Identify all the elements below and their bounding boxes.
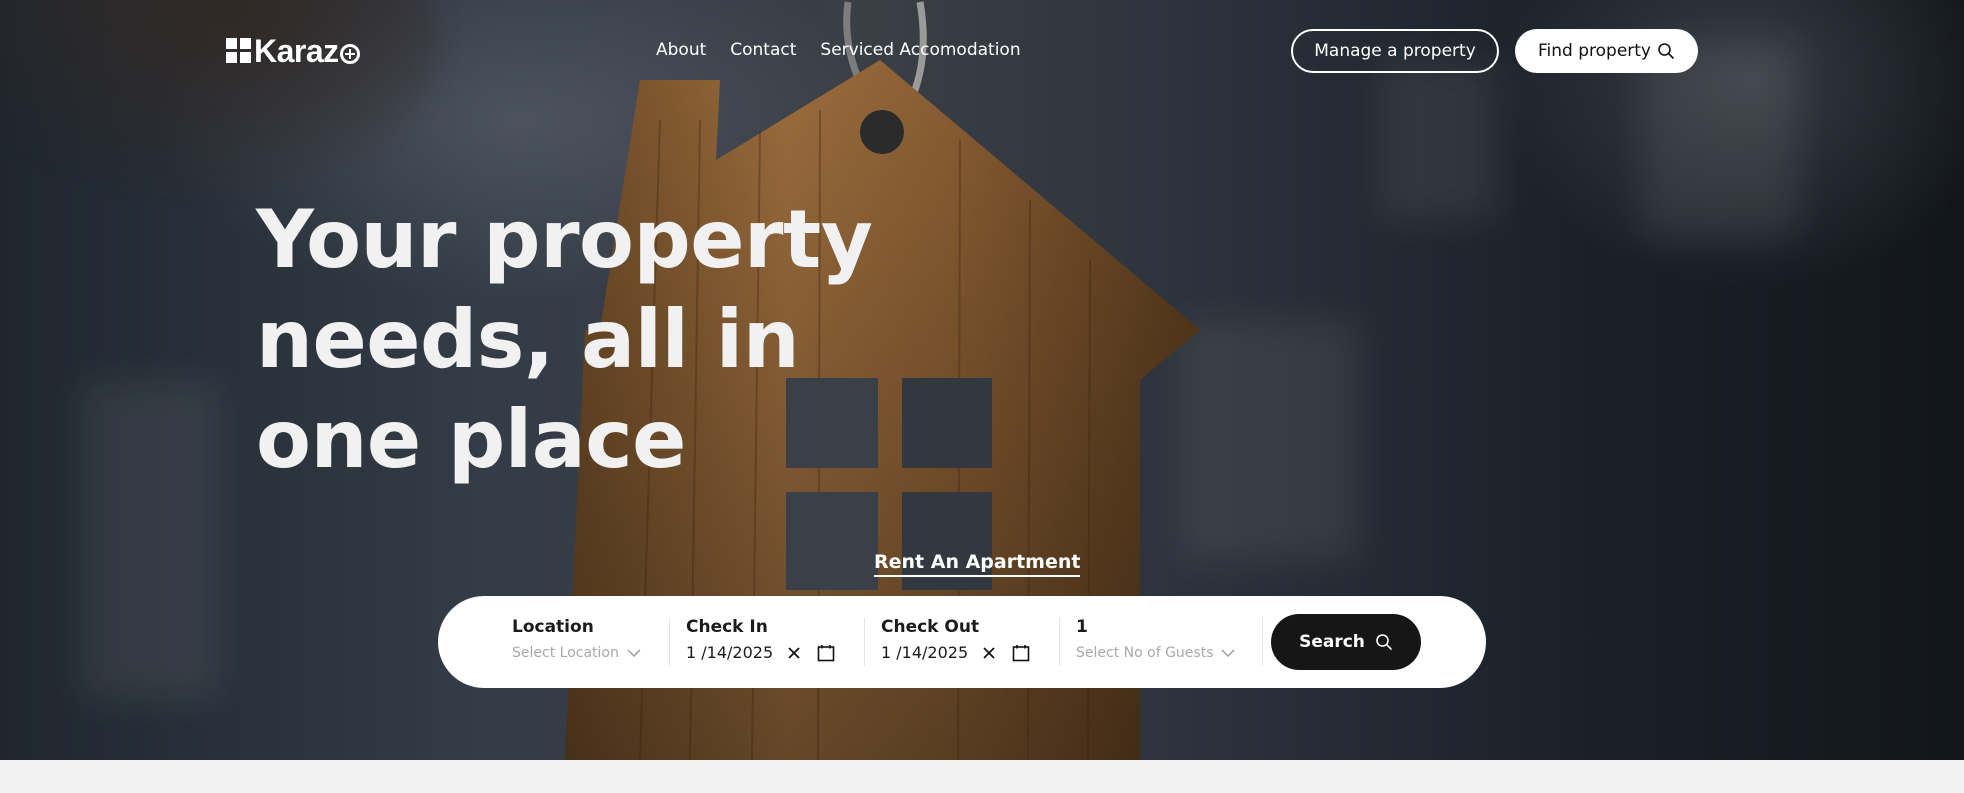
check-in-date-input[interactable]: 1 /14/2025 [686,642,846,664]
nav-link-about[interactable]: About [656,38,706,62]
calendar-icon[interactable] [1012,644,1030,662]
top-navigation: Karaz About Contact Serviced Accomodatio… [0,0,1964,100]
brand-name: Karaz [254,33,339,69]
location-label: Location [512,617,594,637]
chevron-down-icon [627,649,641,657]
check-in-value: 1 /14/2025 [686,643,774,662]
calendar-icon[interactable] [817,644,835,662]
headline-line: Your property [256,193,873,286]
check-in-label: Check In [686,617,768,637]
find-property-button[interactable]: Find property [1515,29,1698,73]
manage-property-label: Manage a property [1314,41,1476,61]
field-divider [1059,618,1060,666]
guests-select[interactable]: Select No of Guests [1076,642,1246,664]
logo-plus-circle-icon [339,44,360,64]
search-button-label: Search [1299,632,1365,652]
logo-grid-icon [226,38,252,64]
nav-links: About Contact Serviced Accomodation [656,38,1021,62]
search-bar: Location Select Location Check In 1 /14/… [438,596,1486,688]
check-out-label: Check Out [881,617,980,637]
nav-link-serviced-accommodation[interactable]: Serviced Accomodation [820,38,1020,62]
search-icon [1658,43,1674,59]
rent-apartment-tab[interactable]: Rent An Apartment [874,550,1081,577]
location-select[interactable]: Select Location [512,642,652,664]
headline-line: needs, all in [256,293,800,386]
headline-line: one place [256,393,686,486]
field-divider [1262,618,1263,666]
field-divider [864,618,865,666]
close-icon[interactable] [787,646,801,660]
location-field[interactable]: Location Select Location [512,616,652,668]
guests-placeholder: Select No of Guests [1076,645,1214,661]
brand-logo[interactable]: Karaz [226,33,360,69]
search-button[interactable]: Search [1271,614,1421,670]
hero-headline: Your property needs, all in one place [256,190,896,490]
check-out-field[interactable]: Check Out 1 /14/2025 [881,616,1041,668]
location-placeholder: Select Location [512,645,619,661]
field-divider [669,618,670,666]
check-out-value: 1 /14/2025 [881,643,969,662]
guests-field[interactable]: 1 Select No of Guests [1076,616,1246,668]
close-icon[interactable] [982,646,996,660]
chevron-down-icon [1221,649,1235,657]
guests-value: 1 [1076,617,1088,637]
check-out-date-input[interactable]: 1 /14/2025 [881,642,1041,664]
nav-link-contact[interactable]: Contact [730,38,796,62]
manage-property-button[interactable]: Manage a property [1291,29,1499,73]
search-icon [1376,634,1392,650]
find-property-label: Find property [1537,41,1651,61]
check-in-field[interactable]: Check In 1 /14/2025 [686,616,846,668]
